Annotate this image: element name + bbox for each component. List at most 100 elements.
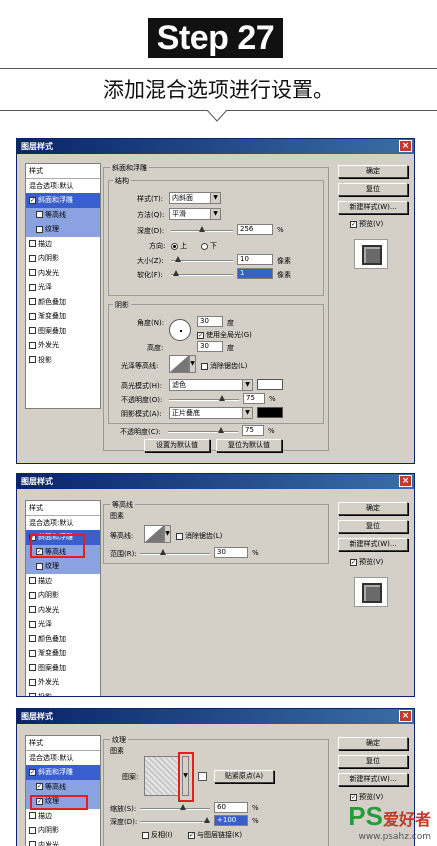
reset-button[interactable]: 复位 xyxy=(338,183,408,196)
style-list-header[interactable]: 样式 xyxy=(26,736,100,751)
checkbox-icon[interactable] xyxy=(29,841,36,846)
style-item-texture[interactable]: 纹理 xyxy=(26,559,100,574)
soften-input[interactable]: 1 xyxy=(237,268,273,279)
style-item-gradient-overlay[interactable]: 渐变叠加 xyxy=(26,646,100,661)
new-preset-icon[interactable] xyxy=(198,772,207,781)
ok-button[interactable]: 确定 xyxy=(338,165,408,178)
slider-thumb[interactable] xyxy=(204,817,210,823)
slider-thumb[interactable] xyxy=(175,256,181,262)
style-item-satin[interactable]: 光泽 xyxy=(26,617,100,632)
style-item-pattern-overlay[interactable]: 图案叠加 xyxy=(26,661,100,676)
style-item-gradient-overlay[interactable]: 渐变叠加 xyxy=(26,309,100,324)
preview-checkbox[interactable]: ✓ 预览(V) xyxy=(350,557,383,567)
style-item-inner-shadow[interactable]: 内阴影 xyxy=(26,823,100,838)
close-button[interactable]: × xyxy=(399,140,412,152)
checkbox-icon[interactable] xyxy=(29,635,36,642)
highlight-opacity-input[interactable]: 75 xyxy=(243,393,265,404)
checkbox-icon[interactable] xyxy=(29,341,36,349)
blend-options-item[interactable]: 混合选项:默认 xyxy=(26,751,100,766)
checkbox-icon[interactable] xyxy=(29,283,36,291)
new-style-button[interactable]: 新建样式(W)... xyxy=(338,538,408,551)
global-light-checkbox[interactable]: ✓ 使用全局光(G) xyxy=(197,330,252,340)
style-item-color-overlay[interactable]: 颜色叠加 xyxy=(26,632,100,647)
checkbox-icon[interactable] xyxy=(29,327,36,334)
slider-thumb[interactable] xyxy=(219,395,225,401)
radio-icon[interactable] xyxy=(171,242,178,250)
style-item-contour[interactable]: 等高线 xyxy=(26,207,100,222)
style-item-bevel[interactable]: ✓ 斜面和浮雕 xyxy=(26,765,100,780)
style-item-inner-shadow[interactable]: 内阴影 xyxy=(26,588,100,603)
checkbox-icon[interactable] xyxy=(201,362,208,370)
checkbox-icon[interactable] xyxy=(29,620,36,628)
checkbox-icon[interactable] xyxy=(29,664,36,671)
checkbox-icon[interactable]: ✓ xyxy=(350,793,357,801)
style-item-stroke[interactable]: 描边 xyxy=(26,574,100,589)
style-item-inner-glow[interactable]: 内发光 xyxy=(26,603,100,618)
altitude-input[interactable]: 30 xyxy=(197,341,223,352)
checkbox-icon[interactable]: ✓ xyxy=(197,331,204,339)
method-select[interactable]: 平滑 ▼ xyxy=(169,208,221,220)
size-input[interactable]: 10 xyxy=(237,254,273,265)
shadow-color-swatch[interactable] xyxy=(257,407,283,418)
checkbox-icon[interactable] xyxy=(29,254,36,262)
pattern-picker[interactable] xyxy=(144,756,180,796)
checkbox-icon[interactable]: ✓ xyxy=(350,558,357,566)
style-item-satin[interactable]: 光泽 xyxy=(26,280,100,295)
snap-origin-button[interactable]: 贴紧原点(A) xyxy=(214,770,274,783)
style-item-bevel[interactable]: ✓ 斜面和浮雕 xyxy=(26,193,100,208)
shadow-opacity-input[interactable]: 75 xyxy=(242,425,264,436)
scale-input[interactable]: 60 xyxy=(214,802,248,813)
style-item-drop-shadow[interactable]: 投影 xyxy=(26,353,100,368)
ok-button[interactable]: 确定 xyxy=(338,502,408,515)
depth-input[interactable]: 256 xyxy=(237,224,273,235)
checkbox-icon[interactable] xyxy=(176,532,183,540)
chevron-down-icon[interactable]: ▼ xyxy=(189,355,196,373)
checkbox-icon[interactable] xyxy=(36,211,43,218)
checkbox-icon[interactable] xyxy=(29,591,36,599)
highlight-mode-select[interactable]: 滤色 ▼ xyxy=(169,379,253,391)
angle-input[interactable]: 30 xyxy=(197,316,223,327)
link-layer-checkbox[interactable]: ✓ 与图层链接(K) xyxy=(188,830,242,840)
checkbox-icon[interactable] xyxy=(29,356,36,363)
checkbox-icon[interactable] xyxy=(29,240,36,247)
ok-button[interactable]: 确定 xyxy=(338,737,408,750)
checkbox-icon[interactable] xyxy=(29,606,36,613)
close-button[interactable]: × xyxy=(399,475,412,487)
blend-options-item[interactable]: 混合选项:默认 xyxy=(26,516,100,531)
shadow-mode-select[interactable]: 正片叠底 ▼ xyxy=(169,407,253,419)
checkbox-icon[interactable]: ✓ xyxy=(188,831,195,839)
depth-slider[interactable] xyxy=(140,817,210,823)
style-item-color-overlay[interactable]: 颜色叠加 xyxy=(26,295,100,310)
radio-icon[interactable] xyxy=(201,242,208,250)
checkbox-icon[interactable] xyxy=(36,225,43,233)
scale-slider[interactable] xyxy=(140,804,210,810)
reset-button[interactable]: 复位 xyxy=(338,520,408,533)
blend-options-item[interactable]: 混合选项:默认 xyxy=(26,179,100,194)
checkbox-icon[interactable] xyxy=(29,693,36,696)
antialias-checkbox[interactable]: 消除锯齿(L) xyxy=(201,361,247,371)
antialias-checkbox[interactable]: 消除锯齿(L) xyxy=(176,531,222,541)
style-item-inner-shadow[interactable]: 内阴影 xyxy=(26,251,100,266)
checkbox-icon[interactable] xyxy=(29,577,36,584)
preview-checkbox[interactable]: ✓ 预览(V) xyxy=(350,219,383,229)
slider-thumb[interactable] xyxy=(160,549,166,555)
style-item-outer-glow[interactable]: 外发光 xyxy=(26,675,100,690)
size-slider[interactable] xyxy=(171,256,233,262)
checkbox-icon[interactable] xyxy=(36,562,43,570)
shadow-opacity-slider[interactable] xyxy=(168,427,238,433)
gloss-contour-picker[interactable] xyxy=(169,355,189,373)
range-slider[interactable] xyxy=(140,549,210,555)
highlight-color-swatch[interactable] xyxy=(257,379,283,390)
checkbox-icon[interactable] xyxy=(29,812,36,819)
invert-checkbox[interactable]: 反相(I) xyxy=(142,830,173,840)
direction-down-radio[interactable]: 下 xyxy=(201,241,217,251)
style-item-inner-glow[interactable]: 内发光 xyxy=(26,838,100,846)
direction-up-radio[interactable]: 上 xyxy=(171,241,187,251)
close-button[interactable]: × xyxy=(399,710,412,722)
style-list-header[interactable]: 样式 xyxy=(26,164,100,179)
checkbox-icon[interactable]: ✓ xyxy=(36,783,43,790)
style-item-stroke[interactable]: 描边 xyxy=(26,809,100,824)
highlight-opacity-slider[interactable] xyxy=(169,395,239,401)
chevron-down-icon[interactable]: ▼ xyxy=(164,525,171,543)
new-style-button[interactable]: 新建样式(W)... xyxy=(338,201,408,214)
